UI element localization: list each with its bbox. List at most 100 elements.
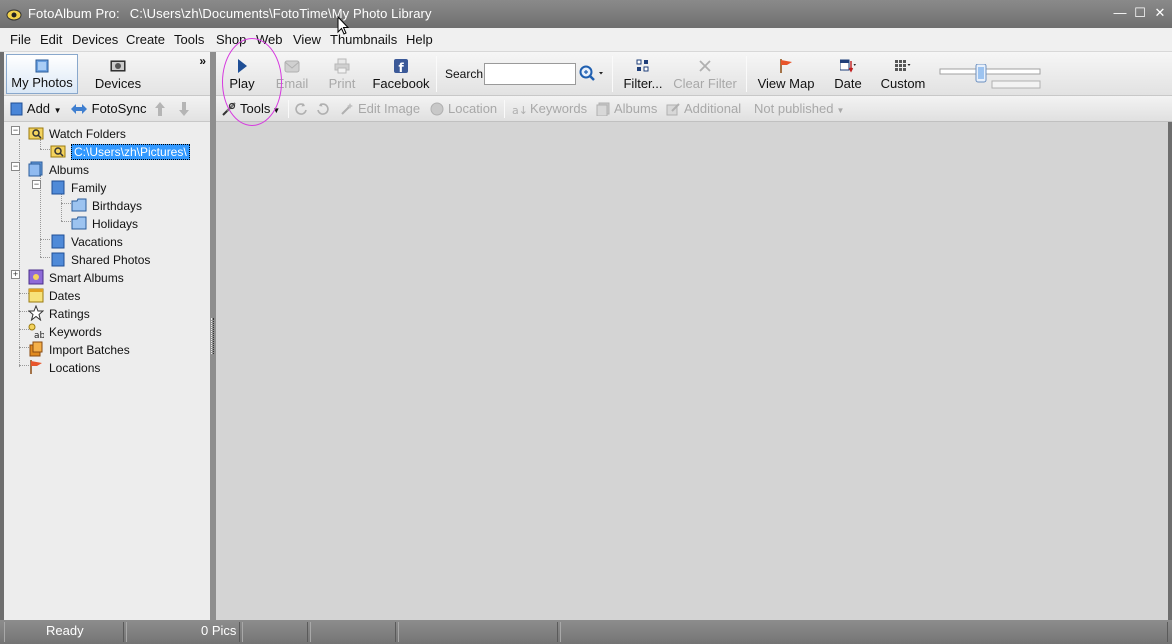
edit-note-icon [666,102,680,116]
maximize-button[interactable]: ☐ [1132,5,1148,21]
menu-file[interactable]: File [10,32,31,47]
add-label: Add [26,101,51,116]
tree-item-dates[interactable]: Dates [28,286,80,304]
menu-edit[interactable]: Edit [40,32,62,47]
edit-toolbar: Tools ▼ Edit Image Location a↓ Keywords Al… [216,96,1172,122]
albums-button[interactable]: Albums [596,101,657,117]
mouse-cursor-icon [337,16,349,35]
status-cell-empty [242,622,308,642]
search-magnifier-icon[interactable] [578,64,606,84]
camera-icon [110,60,126,72]
rotate-left-icon[interactable] [294,102,308,116]
tree-item-watch-folders[interactable]: Watch Folders [28,124,126,142]
globe-icon [430,102,444,116]
folder-icon [71,198,87,212]
add-button[interactable]: Add ▼ [10,101,62,117]
menu-shop[interactable]: Shop [216,32,246,47]
print-button[interactable]: Print [322,54,362,94]
splitter-grip[interactable] [211,318,214,354]
menu-tools[interactable]: Tools [174,32,204,47]
publish-status-dropdown[interactable]: Not published ▼ [754,101,844,116]
tree-connector [61,203,71,204]
tools-dropdown[interactable]: Tools ▼ [222,101,280,117]
tree-connector [61,221,71,222]
menu-view[interactable]: View [293,32,321,47]
status-cell-empty [310,622,396,642]
slider-thumb[interactable] [975,64,987,83]
email-button[interactable]: Email [270,54,314,94]
app-logo-icon [6,9,22,21]
status-cell-empty [398,622,558,642]
tree-connector [19,139,20,367]
grid-layout-icon [895,60,911,71]
watch-folder-icon [28,127,44,140]
tree-item-albums[interactable]: Albums [28,160,89,178]
tree-item-vacations[interactable]: Vacations [50,232,123,250]
rotate-right-icon[interactable] [316,102,330,116]
tree-connector [61,193,62,221]
albums-icon [28,161,43,177]
tree-connector [40,257,50,258]
close-button[interactable]: ✕ [1152,5,1168,21]
tree-item-family[interactable]: Family [50,178,106,196]
collapse-family-toggle[interactable]: − [32,180,41,189]
keyword-icon: ab [28,323,44,339]
menu-devices[interactable]: Devices [72,32,118,47]
tree-item-watch-path[interactable]: C:\Users\zh\Pictures\ [50,142,190,160]
toolbar-separator [504,100,505,118]
minimize-button[interactable]: — [1112,5,1128,21]
tab-my-photos[interactable]: My Photos [6,54,78,94]
filter-button[interactable]: Filter... [620,54,666,94]
tree-item-shared-photos[interactable]: Shared Photos [50,250,150,268]
tree-item-smart-albums[interactable]: Smart Albums [28,268,124,286]
thumbnail-size-slider[interactable] [938,64,1042,90]
location-button[interactable]: Location [430,101,497,117]
import-batch-icon [29,341,43,357]
menu-help[interactable]: Help [406,32,433,47]
expand-chevron-icon[interactable]: » [199,54,206,68]
collapse-watch-folders-toggle[interactable]: − [11,126,20,135]
view-tabs: My Photos Devices » [4,52,210,96]
tree-item-holidays[interactable]: Holidays [71,214,138,232]
tree-item-birthdays[interactable]: Birthdays [71,196,142,214]
move-down-icon[interactable] [178,101,190,117]
view-map-button[interactable]: View Map [754,54,818,94]
edit-image-button[interactable]: Edit Image [340,101,420,117]
watch-folder-icon [50,145,66,158]
status-text: Ready [46,623,84,638]
library-tree: − − − + Watch Folders C:\Users\zh\Pictur… [4,122,210,620]
custom-sort-button[interactable]: Custom [876,54,930,94]
play-button[interactable]: Play [222,54,262,94]
album-icon [51,234,65,249]
tree-item-keywords[interactable]: ab Keywords [28,322,102,340]
keyword-tag-icon: a↓ [512,104,526,116]
fotosync-button[interactable]: FotoSync [70,101,147,117]
title-bar: FotoAlbum Pro: C:\Users\zh\Documents\Foto… [0,0,1172,28]
tools-dropdown-arrow-icon: ▼ [272,106,281,115]
main-toolbar: Play Email Print f Facebook Search Filte… [216,52,1172,96]
location-flag-icon [30,359,42,374]
keywords-button[interactable]: a↓ Keywords [512,101,587,117]
clear-filter-button[interactable]: Clear Filter [672,54,738,94]
app-name: FotoAlbum Pro: [28,6,120,21]
albums-icon [596,102,610,116]
sync-arrows-icon [71,103,87,114]
toolbar-separator [288,100,289,118]
menu-create[interactable]: Create [126,32,165,47]
add-dropdown-arrow-icon: ▼ [53,106,62,115]
menu-bar: File Edit Devices Create Tools Shop Web … [0,28,1172,52]
tree-item-locations[interactable]: Locations [28,358,100,376]
thumbnail-area[interactable] [216,122,1172,620]
menu-web[interactable]: Web [256,32,283,47]
tree-item-import-batches[interactable]: Import Batches [28,340,130,358]
move-up-icon[interactable] [154,101,166,117]
collapse-albums-toggle[interactable]: − [11,162,20,171]
sort-date-button[interactable]: Date [828,54,868,94]
additional-button[interactable]: Additional [666,101,741,117]
facebook-button[interactable]: f Facebook [368,54,434,94]
tree-item-ratings[interactable]: Ratings [28,304,90,322]
svg-text:a↓: a↓ [512,104,526,116]
tab-devices[interactable]: Devices [82,54,154,94]
expand-smart-albums-toggle[interactable]: + [11,270,20,279]
search-input[interactable] [484,63,576,85]
